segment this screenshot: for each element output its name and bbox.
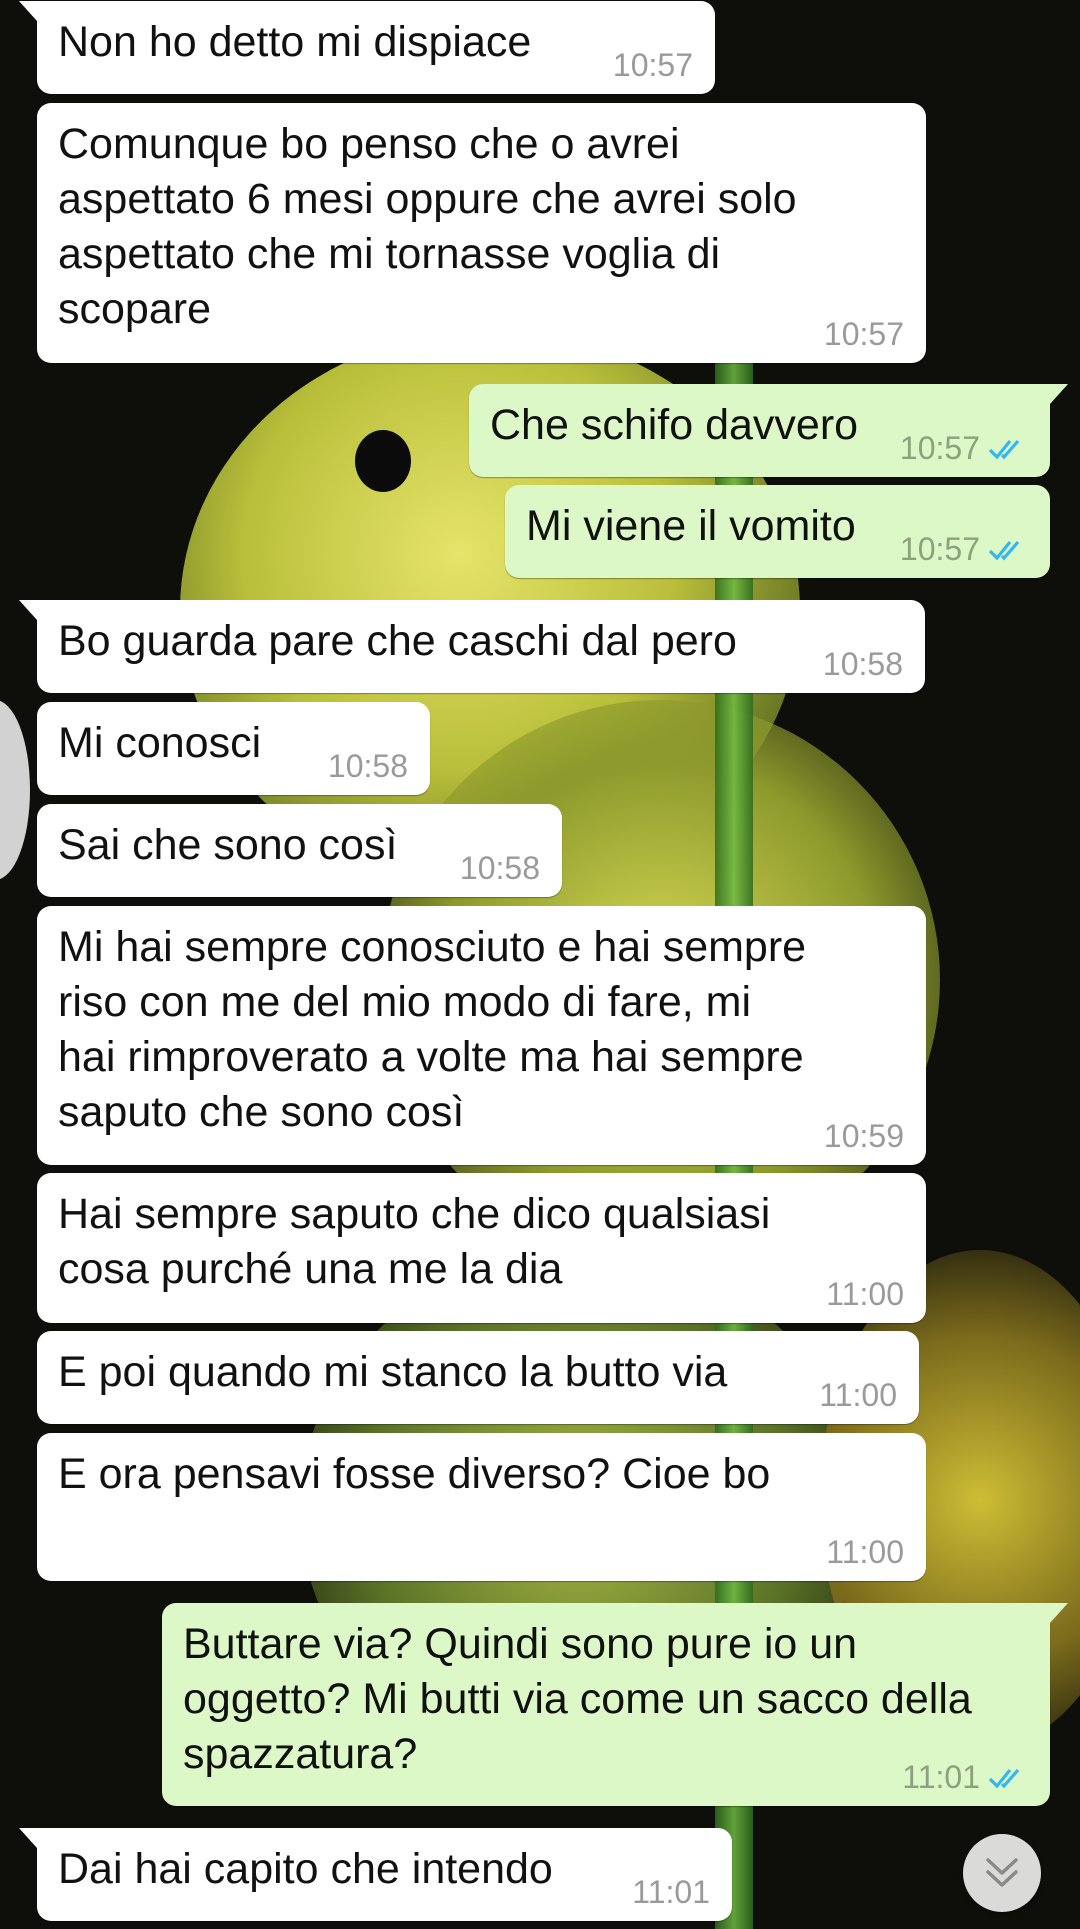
double-check-icon	[988, 540, 1020, 560]
message-time: 10:58	[459, 850, 540, 886]
message-incoming[interactable]: Mi conosci 10:58	[37, 702, 430, 795]
message-meta: 10:58	[823, 646, 903, 683]
message-text: Hai sempre saputo che dico qualsiasi cos…	[58, 1190, 771, 1293]
double-check-icon	[988, 1768, 1020, 1788]
message-incoming[interactable]: E poi quando mi stanco la butto via 11:0…	[37, 1331, 919, 1424]
message-outgoing[interactable]: Mi viene il vomito 10:57	[505, 485, 1050, 578]
message-meta: 10:59	[824, 1118, 904, 1155]
message-time: 10:58	[822, 646, 903, 682]
message-time: 10:58	[327, 748, 408, 784]
message-meta: 10:57	[613, 47, 693, 84]
message-meta: 11:01	[632, 1874, 710, 1911]
message-text: Bo guarda pare che caschi dal pero	[58, 617, 737, 665]
message-text: E poi quando mi stanco la butto via	[58, 1348, 728, 1396]
message-text: Comunque bo penso che o avrei aspettato …	[58, 120, 797, 333]
message-text: Non ho detto mi dispiace	[58, 18, 532, 66]
message-incoming[interactable]: Mi hai sempre conosciuto e hai sempre ri…	[37, 906, 926, 1165]
message-incoming[interactable]: Comunque bo penso che o avrei aspettato …	[37, 103, 926, 363]
message-incoming[interactable]: Hai sempre saputo che dico qualsiasi cos…	[37, 1173, 926, 1323]
message-text: Buttare via? Quindi sono pure io un ogge…	[183, 1620, 972, 1778]
message-meta: 10:57	[900, 430, 1028, 467]
message-incoming[interactable]: Non ho detto mi dispiace 10:57	[19, 1, 715, 94]
message-time: 11:00	[826, 1276, 904, 1312]
message-meta: 11:00	[826, 1276, 904, 1313]
message-meta: 10:57	[900, 531, 1028, 568]
message-time: 10:57	[899, 531, 980, 567]
message-list[interactable]: Non ho detto mi dispiace 10:57 Comunque …	[0, 0, 1080, 1929]
message-meta: 10:58	[328, 748, 408, 785]
message-text: Dai hai capito che intendo	[58, 1845, 553, 1893]
message-outgoing[interactable]: Che schifo davvero 10:57	[469, 384, 1068, 477]
message-time: 10:57	[823, 316, 904, 352]
message-incoming[interactable]: Sai che sono così 10:58	[37, 804, 562, 897]
message-outgoing[interactable]: Buttare via? Quindi sono pure io un ogge…	[162, 1603, 1068, 1806]
message-meta: 11:00	[819, 1377, 897, 1414]
message-time: 11:01	[632, 1874, 710, 1910]
message-text: Mi hai sempre conosciuto e hai sempre ri…	[58, 923, 807, 1136]
message-meta: 10:57	[824, 316, 904, 353]
message-incoming[interactable]: Bo guarda pare che caschi dal pero 10:58	[19, 600, 925, 693]
message-text: E ora pensavi fosse diverso? Cioe bo	[58, 1450, 771, 1498]
message-time: 10:57	[612, 47, 693, 83]
message-meta: 11:01	[902, 1759, 1028, 1796]
message-meta: 10:58	[460, 850, 540, 887]
message-time: 11:00	[819, 1377, 897, 1413]
double-check-icon	[988, 439, 1020, 459]
double-chevron-down-icon	[986, 1858, 1018, 1887]
scroll-to-bottom-button[interactable]	[963, 1834, 1041, 1912]
message-incoming[interactable]: Dai hai capito che intendo 11:01	[19, 1828, 732, 1921]
message-time: 11:01	[902, 1759, 980, 1795]
message-meta: 11:00	[826, 1534, 904, 1571]
message-time: 10:59	[823, 1118, 904, 1154]
message-time: 10:57	[899, 430, 980, 466]
message-incoming[interactable]: E ora pensavi fosse diverso? Cioe bo 11:…	[37, 1433, 926, 1581]
message-time: 11:00	[826, 1534, 904, 1570]
